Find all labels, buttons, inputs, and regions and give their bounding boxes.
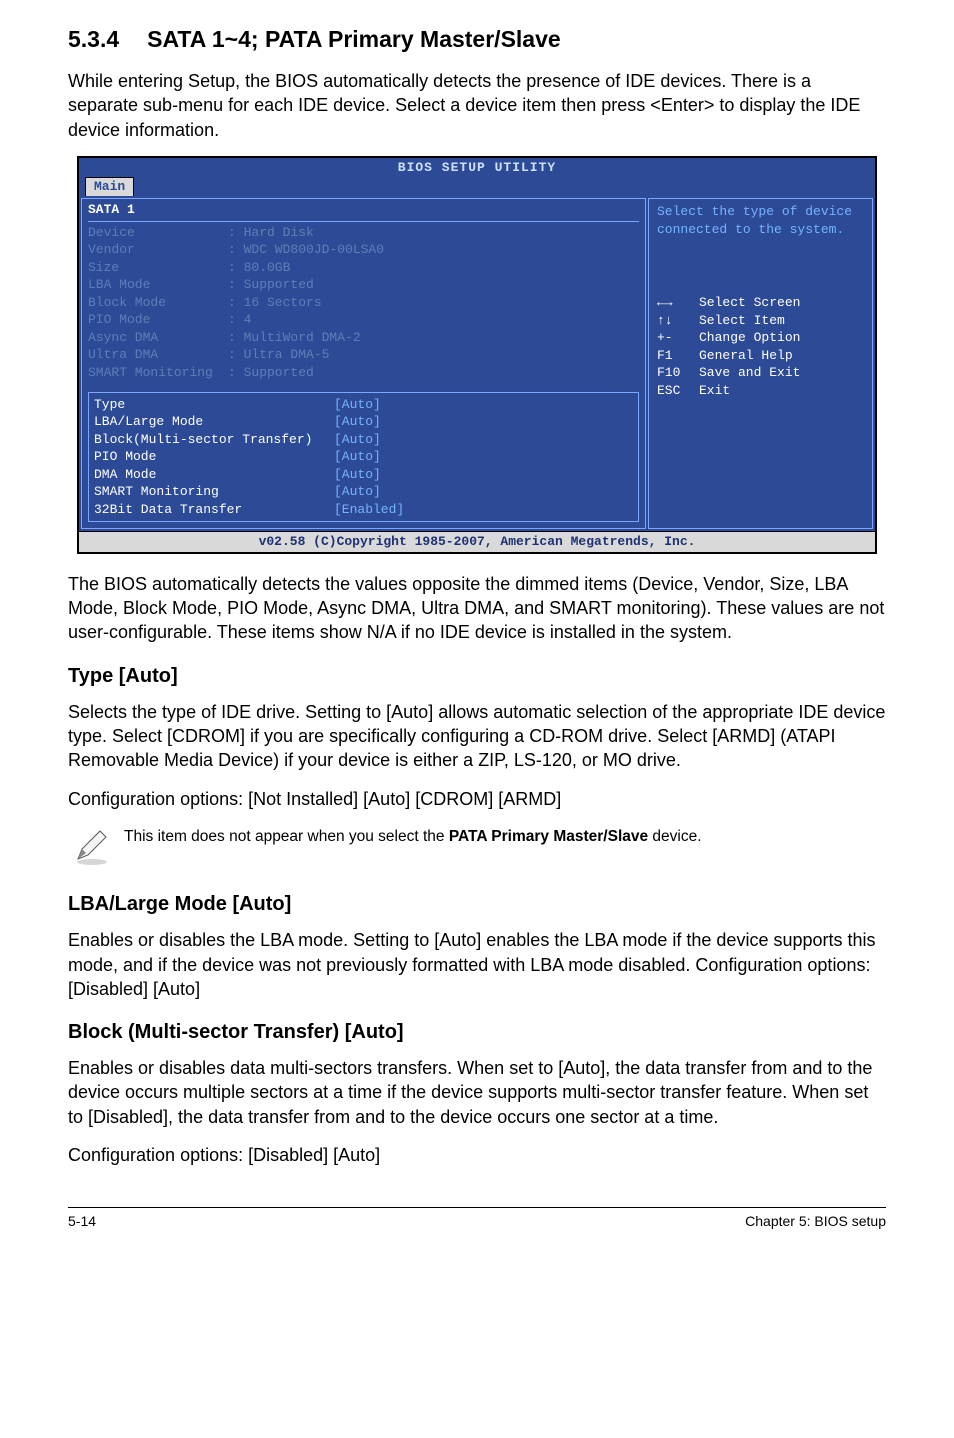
footer-page-number: 5-14	[68, 1212, 96, 1231]
bios-info-row: Async DMA: MultiWord DMA-2	[88, 329, 639, 347]
bios-info-row: SMART Monitoring: Supported	[88, 364, 639, 382]
bios-info-row: Block Mode: 16 Sectors	[88, 294, 639, 312]
bios-titlebar: BIOS SETUP UTILITY	[79, 158, 875, 178]
bios-config-row[interactable]: 32Bit Data Transfer[Enabled]	[94, 501, 633, 519]
bios-config-row[interactable]: LBA/Large Mode[Auto]	[94, 413, 633, 431]
bios-info-row: PIO Mode: 4	[88, 311, 639, 329]
bios-right-panel: Select the type of device connected to t…	[648, 198, 873, 529]
note-box: This item does not appear when you selec…	[68, 825, 886, 873]
bios-hotkey-row: ←→Select Screen	[657, 294, 864, 312]
lba-body: Enables or disables the LBA mode. Settin…	[68, 928, 886, 1001]
bios-config-row[interactable]: SMART Monitoring[Auto]	[94, 483, 633, 501]
bios-info-row: Device: Hard Disk	[88, 224, 639, 242]
bios-left-panel: SATA 1 Device: Hard Disk Vendor: WDC WD8…	[81, 198, 646, 529]
bios-tab-main[interactable]: Main	[85, 177, 134, 196]
page-footer: 5-14 Chapter 5: BIOS setup	[68, 1207, 886, 1231]
bios-hotkey-row: ↑↓Select Item	[657, 312, 864, 330]
bios-info-row: Size: 80.0GB	[88, 259, 639, 277]
bios-panel-title: SATA 1	[88, 201, 639, 222]
block-heading: Block (Multi-sector Transfer) [Auto]	[68, 1019, 886, 1046]
block-body: Enables or disables data multi-sectors t…	[68, 1056, 886, 1129]
note-text: This item does not appear when you selec…	[124, 825, 886, 848]
bios-tab-row: Main	[79, 177, 875, 196]
section-number: 5.3.4	[68, 24, 119, 55]
type-heading: Type [Auto]	[68, 663, 886, 690]
bios-hotkey-row: ESCExit	[657, 382, 864, 400]
bios-copyright: v02.58 (C)Copyright 1985-2007, American …	[79, 531, 875, 552]
bios-info-row: Vendor: WDC WD800JD-00LSA0	[88, 241, 639, 259]
bios-window: BIOS SETUP UTILITY Main SATA 1 Device: H…	[77, 156, 877, 554]
bios-hotkey-row: F1General Help	[657, 347, 864, 365]
bios-config-row[interactable]: Type[Auto]	[94, 396, 633, 414]
bios-hotkey-row: +-Change Option	[657, 329, 864, 347]
type-body: Selects the type of IDE drive. Setting t…	[68, 700, 886, 773]
lba-heading: LBA/Large Mode [Auto]	[68, 891, 886, 918]
bios-context-help: Select the type of device connected to t…	[657, 203, 864, 238]
bios-info-row: LBA Mode: Supported	[88, 276, 639, 294]
bios-info-row: Ultra DMA: Ultra DMA-5	[88, 346, 639, 364]
bios-hotkeys: ←→Select Screen ↑↓Select Item +-Change O…	[657, 294, 864, 399]
section-heading: 5.3.4 SATA 1~4; PATA Primary Master/Slave	[68, 24, 886, 55]
type-options: Configuration options: [Not Installed] […	[68, 787, 886, 811]
bios-config-row[interactable]: DMA Mode[Auto]	[94, 466, 633, 484]
bios-config-box: Type[Auto] LBA/Large Mode[Auto] Block(Mu…	[88, 392, 639, 523]
intro-paragraph: While entering Setup, the BIOS automatic…	[68, 69, 886, 142]
block-options: Configuration options: [Disabled] [Auto]	[68, 1143, 886, 1167]
after-bios-paragraph: The BIOS automatically detects the value…	[68, 572, 886, 645]
footer-chapter: Chapter 5: BIOS setup	[745, 1212, 886, 1231]
section-title-text: SATA 1~4; PATA Primary Master/Slave	[147, 26, 561, 52]
pencil-icon	[68, 825, 124, 873]
bios-hotkey-row: F10Save and Exit	[657, 364, 864, 382]
bios-config-row[interactable]: Block(Multi-sector Transfer)[Auto]	[94, 431, 633, 449]
bios-config-row[interactable]: PIO Mode[Auto]	[94, 448, 633, 466]
